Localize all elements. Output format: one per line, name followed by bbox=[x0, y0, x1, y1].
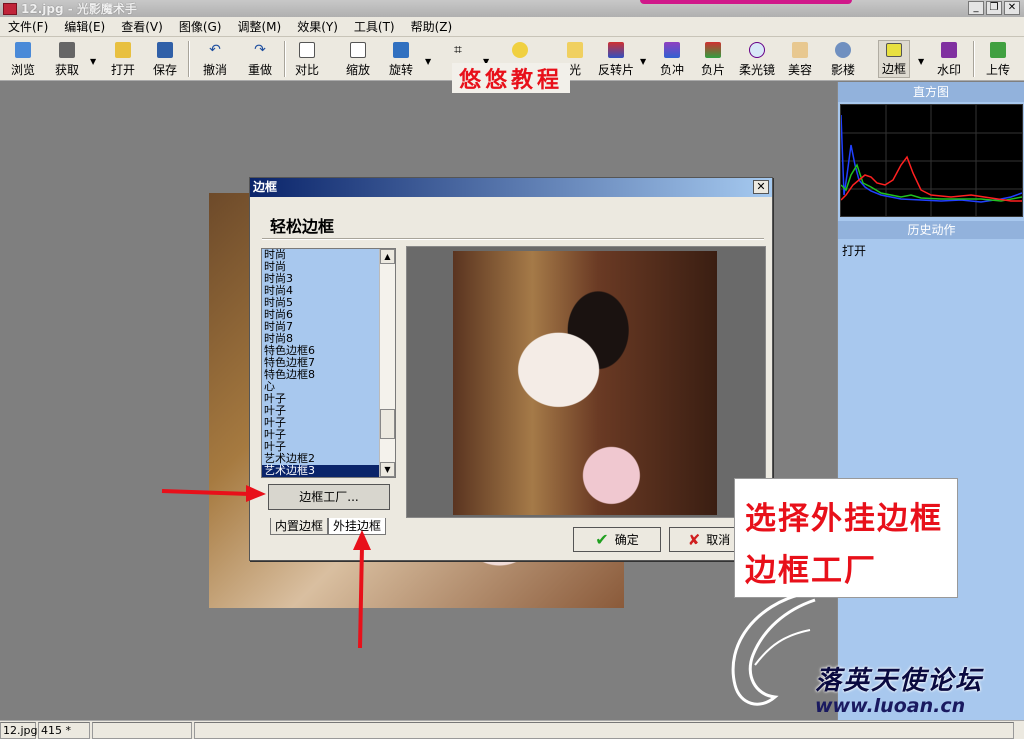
list-scrollbar[interactable]: ▲ ▼ bbox=[379, 249, 395, 477]
border-dropdown-icon[interactable]: ▼ bbox=[918, 57, 924, 66]
soft-lens-button[interactable]: 柔光镜 bbox=[737, 40, 777, 78]
border-dialog: 边框 ✕ 轻松边框 时尚 时尚 时尚3 时尚4 时尚5 时尚6 时尚7 时尚8 … bbox=[249, 177, 773, 561]
save-button[interactable]: 保存 bbox=[150, 40, 180, 78]
reverse-dropdown-icon[interactable]: ▼ bbox=[640, 57, 646, 66]
reverse-film-icon bbox=[608, 42, 624, 58]
app-icon bbox=[3, 2, 17, 15]
restore-button[interactable]: ❐ bbox=[986, 1, 1002, 15]
scroll-thumb[interactable] bbox=[380, 409, 395, 439]
browse-icon bbox=[15, 42, 31, 58]
window-title: 12.jpg - 光影魔术手 bbox=[21, 2, 137, 16]
preview-photo bbox=[453, 251, 717, 515]
menu-effects[interactable]: 效果(Y) bbox=[289, 18, 346, 35]
upload-icon bbox=[990, 42, 1006, 58]
history-title: 历史动作 bbox=[838, 221, 1024, 239]
forum-watermark: 落英天使论坛 bbox=[815, 666, 984, 696]
watermark-button[interactable]: 水印 bbox=[934, 40, 964, 78]
folder-icon bbox=[115, 42, 131, 58]
upload-button[interactable]: 上传 bbox=[983, 40, 1013, 78]
history-item[interactable]: 打开 bbox=[842, 242, 866, 259]
rotate-icon bbox=[393, 42, 409, 58]
status-bar: 12.jpg 415 * 415 bbox=[0, 720, 1024, 739]
redo-button[interactable]: ↷ 重做 bbox=[245, 40, 275, 78]
beauty-button[interactable]: 美容 bbox=[785, 40, 815, 78]
menu-help[interactable]: 帮助(Z) bbox=[403, 18, 461, 35]
negative-punch-icon bbox=[664, 42, 680, 58]
dialog-close-button[interactable]: ✕ bbox=[753, 180, 769, 194]
menu-tools[interactable]: 工具(T) bbox=[346, 18, 403, 35]
annotation-arrow-right bbox=[161, 485, 266, 502]
crop-icon: ⌗ bbox=[454, 42, 462, 58]
cross-icon: ✘ bbox=[687, 530, 701, 549]
beauty-icon bbox=[792, 42, 808, 58]
status-cell-main bbox=[194, 722, 1014, 739]
dialog-title-bar: 边框 ✕ bbox=[250, 178, 772, 197]
status-dimensions: 415 * 415 bbox=[38, 722, 90, 739]
border-factory-button[interactable]: 边框工厂... bbox=[268, 484, 390, 510]
annotation-line-1: 选择外挂边框 bbox=[745, 501, 943, 537]
tab-builtin-frames[interactable]: 内置边框 bbox=[270, 518, 329, 535]
close-button[interactable]: ✕ bbox=[1004, 1, 1020, 15]
negative-button[interactable]: 负片 bbox=[698, 40, 728, 78]
studio-icon bbox=[835, 42, 851, 58]
border-button[interactable]: 边框 bbox=[878, 40, 910, 78]
menu-edit[interactable]: 编辑(E) bbox=[56, 18, 113, 35]
fill-light-icon bbox=[567, 42, 583, 58]
dialog-title: 边框 bbox=[253, 180, 278, 194]
list-item[interactable]: 特色边框8 bbox=[262, 369, 395, 381]
preview-area bbox=[406, 246, 766, 518]
title-bar: 12.jpg - 光影魔术手 _ ❐ ✕ bbox=[0, 0, 1024, 17]
compare-icon bbox=[299, 42, 315, 58]
menu-view[interactable]: 查看(V) bbox=[113, 18, 171, 35]
annotation-line-2: 边框工厂 bbox=[745, 553, 877, 589]
check-icon: ✔ bbox=[595, 530, 609, 549]
undo-icon: ↶ bbox=[209, 42, 221, 58]
negative-icon bbox=[705, 42, 721, 58]
list-item-selected[interactable]: 艺术边框3 bbox=[262, 465, 395, 477]
divider bbox=[262, 238, 764, 240]
camera-icon bbox=[59, 42, 75, 58]
histogram bbox=[840, 104, 1023, 217]
browse-button[interactable]: 浏览 bbox=[8, 40, 38, 78]
status-filename: 12.jpg bbox=[0, 722, 38, 739]
menu-image[interactable]: 图像(G) bbox=[171, 18, 230, 35]
compare-button[interactable]: 对比 bbox=[292, 40, 322, 78]
redo-icon: ↷ bbox=[254, 42, 266, 58]
floppy-icon bbox=[157, 42, 173, 58]
menu-bar: 文件(F) 编辑(E) 查看(V) 图像(G) 调整(M) 效果(Y) 工具(T… bbox=[0, 17, 1024, 37]
minimize-button[interactable]: _ bbox=[968, 1, 984, 15]
menu-adjust[interactable]: 调整(M) bbox=[229, 18, 289, 35]
rotate-dropdown-icon[interactable]: ▼ bbox=[425, 57, 431, 66]
rotate-button[interactable]: 旋转 bbox=[386, 40, 416, 78]
soft-lens-icon bbox=[749, 42, 765, 58]
menu-file[interactable]: 文件(F) bbox=[0, 18, 56, 35]
tutorial-label: 悠悠教程 bbox=[452, 63, 570, 93]
negative-punch-button[interactable]: 负冲 bbox=[657, 40, 687, 78]
right-panel: 直方图 历史动作 打开 bbox=[837, 82, 1024, 720]
scroll-up-icon[interactable]: ▲ bbox=[380, 249, 395, 264]
zoom-button[interactable]: 缩放 bbox=[343, 40, 373, 78]
border-icon bbox=[886, 43, 902, 57]
reverse-film-button[interactable]: 反转片 bbox=[596, 40, 636, 78]
watermark-icon bbox=[941, 42, 957, 58]
undo-button[interactable]: ↶ 撤消 bbox=[200, 40, 230, 78]
histogram-title: 直方图 bbox=[838, 82, 1024, 102]
scroll-down-icon[interactable]: ▼ bbox=[380, 462, 395, 477]
annotation-box: 选择外挂边框 边框工厂 bbox=[734, 478, 958, 598]
acquire-button[interactable]: 获取 bbox=[50, 40, 84, 78]
studio-button[interactable]: 影楼 bbox=[828, 40, 858, 78]
frame-list[interactable]: 时尚 时尚 时尚3 时尚4 时尚5 时尚6 时尚7 时尚8 特色边框6 特色边框… bbox=[261, 248, 396, 478]
annotation-arrow-up bbox=[353, 530, 371, 649]
status-cell-empty bbox=[92, 722, 192, 739]
decorative-pink-tab bbox=[640, 0, 852, 4]
zoom-icon bbox=[350, 42, 366, 58]
exposure-icon bbox=[512, 42, 528, 58]
acquire-dropdown-icon[interactable]: ▼ bbox=[90, 57, 96, 66]
forum-url: www.luoan.cn bbox=[815, 695, 966, 717]
ok-button[interactable]: ✔ 确定 bbox=[573, 527, 661, 552]
dialog-heading: 轻松边框 bbox=[270, 217, 335, 236]
open-button[interactable]: 打开 bbox=[108, 40, 138, 78]
